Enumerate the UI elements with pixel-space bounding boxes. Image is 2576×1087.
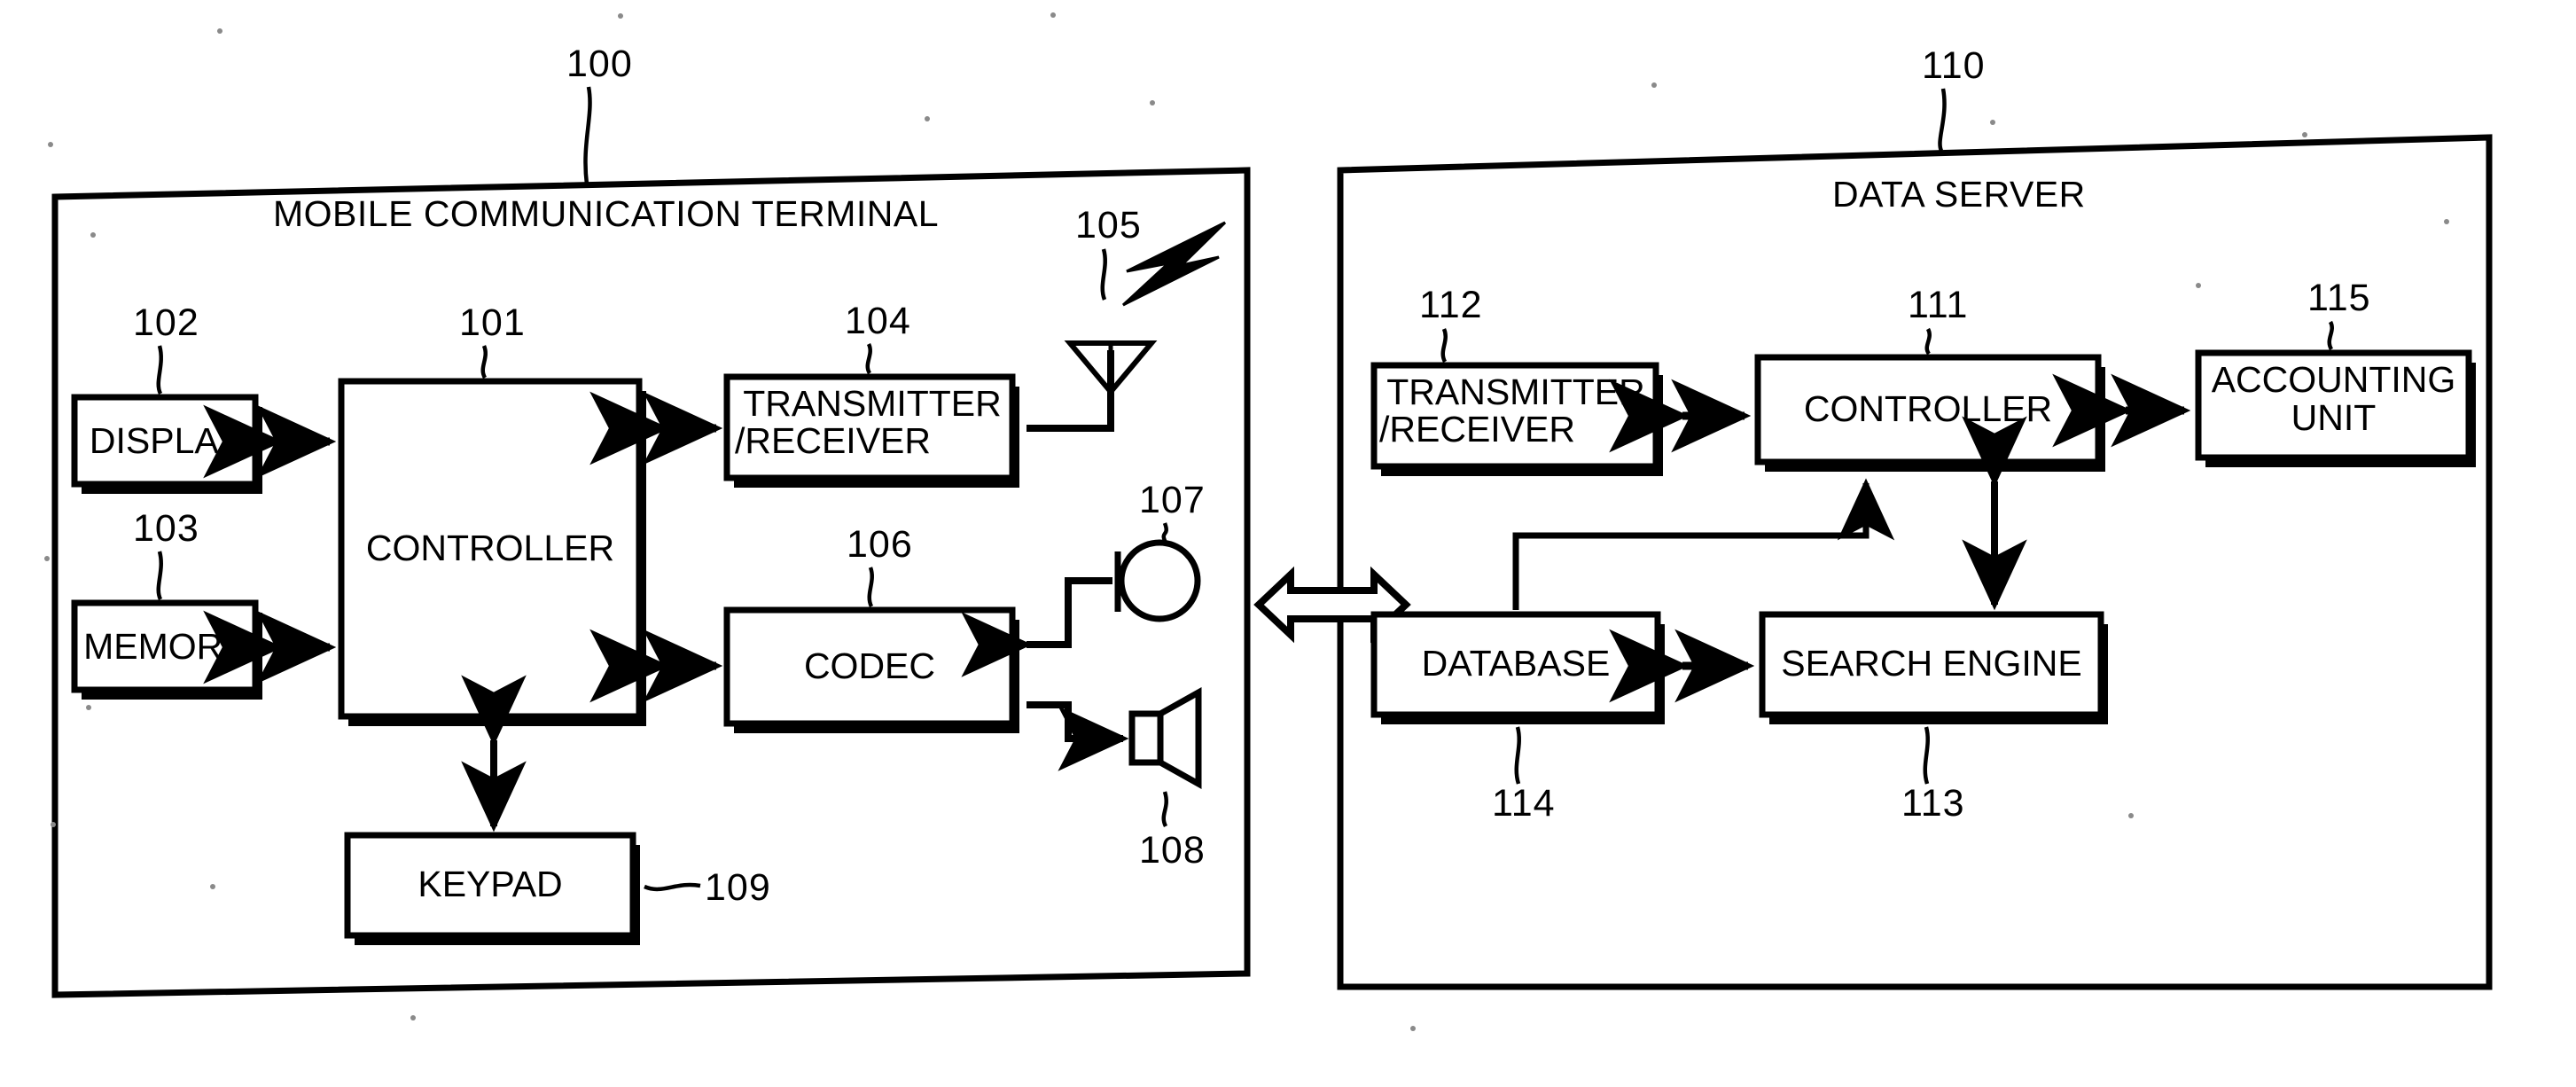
terminal-panel-title: MOBILE COMMUNICATION TERMINAL: [273, 193, 940, 234]
leader-103: [156, 551, 163, 601]
server-transceiver-label-line1: TRANSMITTER: [1386, 371, 1645, 412]
leader-101: [480, 345, 488, 379]
server-panel-title: DATA SERVER: [1832, 174, 2086, 215]
ref-number-108: 108: [1139, 829, 1206, 872]
ref-number-103: 103: [133, 507, 199, 550]
leader-102: [156, 345, 163, 395]
server-panel-outline: [1337, 134, 2493, 990]
display-label: DISPLAY: [89, 420, 241, 461]
ref-number-100: 100: [566, 43, 633, 85]
terminal-transceiver-label: TRANSMITTER /RECEIVER: [735, 383, 1010, 462]
leader-108: [1161, 791, 1168, 828]
leader-110: [1938, 88, 1947, 152]
leader-104: [865, 342, 872, 375]
ref-number-106: 106: [847, 523, 913, 566]
ref-number-114: 114: [1492, 782, 1556, 825]
antenna-icon: [1026, 340, 1158, 432]
ref-number-111: 111: [1908, 284, 1969, 326]
leader-115: [2327, 320, 2334, 351]
arrow-database-controller: [1512, 478, 1895, 610]
patent-figure: MOBILE COMMUNICATION TERMINAL DATA SERVE…: [0, 0, 2576, 1087]
terminal-transceiver-label-line2: /RECEIVER: [735, 420, 931, 462]
leader-109: [644, 882, 701, 892]
terminal-controller-label: CONTROLLER: [365, 528, 615, 568]
memory-label: MEMORY: [83, 626, 246, 667]
leader-114: [1514, 726, 1521, 785]
leader-106: [867, 567, 874, 608]
accounting-unit-label: ACCOUNTING UNIT: [2198, 361, 2469, 436]
leader-105: [1100, 248, 1107, 301]
ref-number-104: 104: [845, 300, 911, 342]
ref-number-113: 113: [1901, 782, 1965, 825]
speaker-icon: [1128, 687, 1202, 789]
leader-113: [1923, 726, 1930, 785]
codec-to-speaker-line: [1026, 701, 1129, 771]
mic-to-codec-line: [961, 577, 1112, 677]
codec-label: CODEC: [803, 645, 936, 686]
accounting-unit-label-line2: UNIT: [2291, 396, 2377, 438]
ref-number-101: 101: [459, 301, 526, 344]
ref-number-102: 102: [133, 301, 199, 344]
leader-107: [1161, 522, 1168, 544]
ref-number-115: 115: [2307, 277, 2371, 319]
database-label: DATABASE: [1421, 643, 1611, 684]
ref-number-109: 109: [705, 866, 771, 909]
leader-100: [583, 86, 592, 185]
ref-number-110: 110: [1922, 44, 1986, 87]
ref-number-107: 107: [1139, 479, 1206, 521]
keypad-label: KEYPAD: [418, 864, 563, 904]
microphone-icon: [1114, 539, 1201, 622]
ref-number-112: 112: [1419, 284, 1483, 326]
terminal-transceiver-label-line1: TRANSMITTER: [743, 383, 1002, 424]
leader-112: [1440, 328, 1448, 364]
server-controller-label: CONTROLLER: [1803, 388, 2053, 429]
server-transceiver-label-line2: /RECEIVER: [1379, 409, 1575, 450]
ref-number-105: 105: [1075, 204, 1142, 246]
search-engine-label: SEARCH ENGINE: [1781, 643, 2082, 684]
server-transceiver-label: TRANSMITTER /RECEIVER: [1379, 371, 1652, 450]
leader-111: [1924, 327, 1932, 356]
accounting-unit-label-line1: ACCOUNTING: [2211, 359, 2456, 400]
